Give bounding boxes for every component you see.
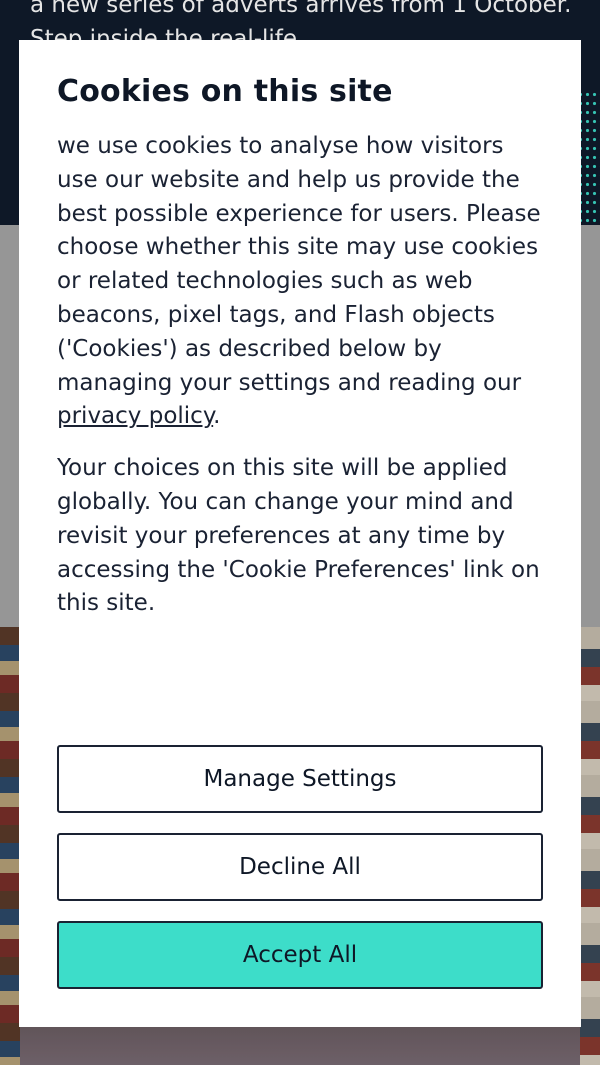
accept-all-button[interactable]: Accept All	[57, 921, 543, 989]
global-choices-text: Your choices on this site will be applie…	[57, 455, 540, 617]
dialog-title: Cookies on this site	[57, 74, 393, 109]
dialog-body: we use cookies to analyse how visitors u…	[57, 130, 547, 639]
manage-settings-button[interactable]: Manage Settings	[57, 745, 543, 813]
cookie-description: we use cookies to analyse how visitors u…	[57, 130, 547, 434]
cookie-consent-dialog: Cookies on this site we use cookies to a…	[19, 40, 581, 1027]
decline-all-button[interactable]: Decline All	[57, 833, 543, 901]
privacy-policy-link[interactable]: privacy policy	[57, 403, 213, 429]
cookie-description-text: we use cookies to analyse how visitors u…	[57, 133, 541, 396]
cookie-description-end: .	[213, 403, 221, 430]
